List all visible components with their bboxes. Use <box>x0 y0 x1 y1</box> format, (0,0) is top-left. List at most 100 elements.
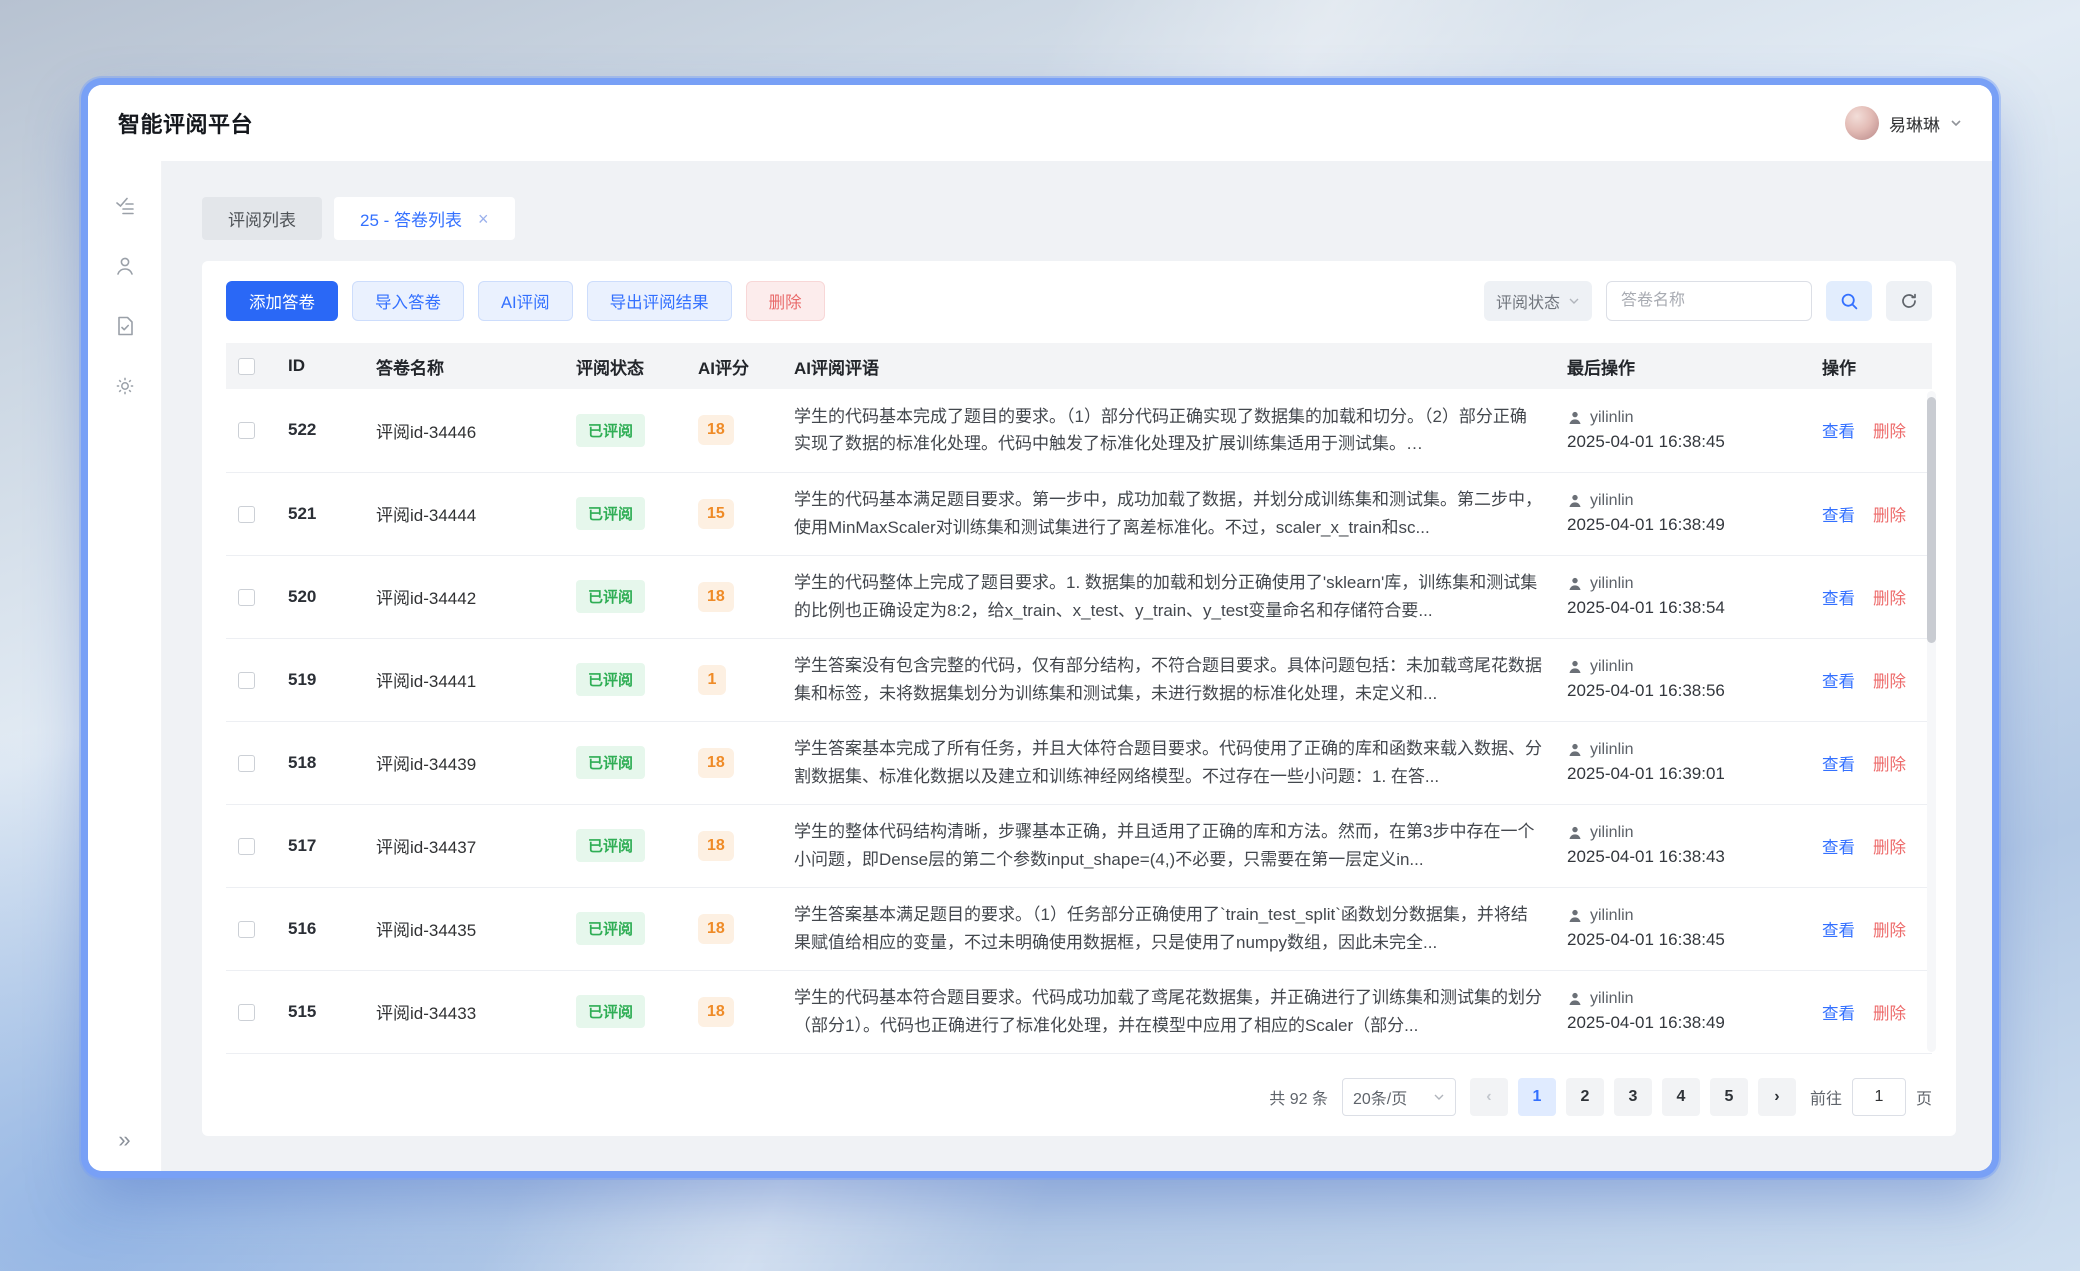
row-checkbox[interactable] <box>238 838 255 855</box>
cell-id: 516 <box>276 887 364 970</box>
view-link[interactable]: 查看 <box>1822 834 1855 858</box>
delete-link[interactable]: 删除 <box>1873 1000 1906 1024</box>
select-all-checkbox[interactable] <box>238 358 255 375</box>
table-scrollbar-thumb[interactable] <box>1927 397 1936 643</box>
cell-last-op: yilinlin 2025-04-01 16:38:45 <box>1555 887 1810 970</box>
page-button-1[interactable]: 1 <box>1518 1078 1556 1116</box>
view-link[interactable]: 查看 <box>1822 418 1855 442</box>
app-body: » 评阅列表 25 - 答卷列表 × 添加答卷 导入答卷 AI评阅 <box>88 161 1992 1171</box>
view-link[interactable]: 查看 <box>1822 917 1855 941</box>
sidebar-item-review-list[interactable] <box>114 195 136 217</box>
row-checkbox[interactable] <box>238 506 255 523</box>
cell-name: 评阅id-34433 <box>364 970 564 1053</box>
person-icon <box>1567 659 1583 675</box>
status-badge: 已评阅 <box>576 746 645 779</box>
view-link[interactable]: 查看 <box>1822 751 1855 775</box>
search-button[interactable] <box>1826 281 1872 321</box>
tab-answer-list[interactable]: 25 - 答卷列表 × <box>334 197 515 240</box>
app-title: 智能评阅平台 <box>118 107 253 139</box>
view-link[interactable]: 查看 <box>1822 585 1855 609</box>
score-badge: 15 <box>698 499 734 529</box>
operation-time: 2025-04-01 16:38:49 <box>1567 1013 1798 1033</box>
chevron-down-icon <box>1568 295 1580 307</box>
sidebar-collapse-button[interactable]: » <box>118 1129 130 1151</box>
view-link[interactable]: 查看 <box>1822 668 1855 692</box>
view-link[interactable]: 查看 <box>1822 502 1855 526</box>
operation-time: 2025-04-01 16:39:01 <box>1567 764 1798 784</box>
add-answer-button[interactable]: 添加答卷 <box>226 281 338 321</box>
table-row: 520 评阅id-34442 已评阅 18 学生的代码整体上完成了题目要求。1.… <box>226 555 1932 638</box>
person-icon <box>1567 742 1583 758</box>
row-checkbox[interactable] <box>238 755 255 772</box>
column-score: AI评分 <box>686 343 782 389</box>
cell-id: 520 <box>276 555 364 638</box>
delete-link[interactable]: 删除 <box>1873 585 1906 609</box>
status-badge: 已评阅 <box>576 497 645 530</box>
status-filter-select[interactable]: 评阅状态 <box>1484 281 1592 321</box>
table-row: 517 评阅id-34437 已评阅 18 学生的整体代码结构清晰，步骤基本正确… <box>226 804 1932 887</box>
tab-review-list[interactable]: 评阅列表 <box>202 197 322 240</box>
app-window: 智能评阅平台 易琳琳 » 评阅列表 <box>88 85 1992 1171</box>
cell-comment: 学生的代码基本完成了题目的要求。（1）部分代码正确实现了数据集的加载和切分。（2… <box>794 403 1543 458</box>
goto-page-input[interactable] <box>1852 1078 1906 1116</box>
cell-name: 评阅id-34444 <box>364 472 564 555</box>
person-icon <box>1567 908 1583 924</box>
page-button-4[interactable]: 4 <box>1662 1078 1700 1116</box>
sidebar-item-answer-sheets[interactable] <box>114 315 136 337</box>
page-button-5[interactable]: 5 <box>1710 1078 1748 1116</box>
import-answer-button[interactable]: 导入答卷 <box>352 281 464 321</box>
operator-name: yilinlin <box>1590 907 1634 925</box>
operator-name: yilinlin <box>1590 741 1634 759</box>
page-button-3[interactable]: 3 <box>1614 1078 1652 1116</box>
operation-time: 2025-04-01 16:38:43 <box>1567 847 1798 867</box>
table-row: 522 评阅id-34446 已评阅 18 学生的代码基本完成了题目的要求。（1… <box>226 389 1932 472</box>
sidebar-item-users[interactable] <box>114 255 136 277</box>
table-row: 518 评阅id-34439 已评阅 18 学生答案基本完成了所有任务，并且大体… <box>226 721 1932 804</box>
page-button-2[interactable]: 2 <box>1566 1078 1604 1116</box>
delete-link[interactable]: 删除 <box>1873 751 1906 775</box>
user-icon <box>114 255 136 277</box>
view-link[interactable]: 查看 <box>1822 1000 1855 1024</box>
delete-link[interactable]: 删除 <box>1873 834 1906 858</box>
status-badge: 已评阅 <box>576 829 645 862</box>
delete-link[interactable]: 删除 <box>1873 418 1906 442</box>
export-results-button[interactable]: 导出评阅结果 <box>587 281 732 321</box>
checklist-icon <box>114 195 136 217</box>
delete-button[interactable]: 删除 <box>746 281 825 321</box>
delete-link[interactable]: 删除 <box>1873 917 1906 941</box>
table-scrollbar[interactable] <box>1927 391 1936 1052</box>
operator-name: yilinlin <box>1590 990 1634 1008</box>
chevron-down-icon <box>1433 1091 1445 1103</box>
delete-link[interactable]: 删除 <box>1873 668 1906 692</box>
cell-last-op: yilinlin 2025-04-01 16:39:01 <box>1555 721 1810 804</box>
prev-page-button[interactable]: ‹ <box>1470 1078 1508 1116</box>
chevron-down-icon <box>1950 117 1962 129</box>
table-row: 516 评阅id-34435 已评阅 18 学生答案基本满足题目的要求。（1）任… <box>226 887 1932 970</box>
operator-name: yilinlin <box>1590 409 1634 427</box>
column-comment: AI评阅评语 <box>782 343 1555 389</box>
cell-comment: 学生的代码整体上完成了题目要求。1. 数据集的加载和划分正确使用了'sklear… <box>794 569 1543 624</box>
row-checkbox[interactable] <box>238 921 255 938</box>
user-name: 易琳琳 <box>1889 111 1940 136</box>
row-checkbox[interactable] <box>238 672 255 689</box>
score-badge: 18 <box>698 748 734 778</box>
person-icon <box>1567 410 1583 426</box>
row-checkbox[interactable] <box>238 422 255 439</box>
row-checkbox[interactable] <box>238 1004 255 1021</box>
ai-review-button[interactable]: AI评阅 <box>478 281 573 321</box>
cell-comment: 学生的代码基本符合题目要求。代码成功加载了鸢尾花数据集，并正确进行了训练集和测试… <box>794 984 1543 1039</box>
next-page-button[interactable]: › <box>1758 1078 1796 1116</box>
tab-close-icon[interactable]: × <box>478 210 489 228</box>
refresh-button[interactable] <box>1886 281 1932 321</box>
score-badge: 18 <box>698 582 734 612</box>
row-checkbox[interactable] <box>238 589 255 606</box>
page-size-select[interactable]: 20条/页 <box>1342 1078 1456 1116</box>
user-menu[interactable]: 易琳琳 <box>1845 106 1962 140</box>
app-header: 智能评阅平台 易琳琳 <box>88 85 1992 161</box>
search-input[interactable] <box>1606 281 1812 321</box>
search-icon <box>1840 292 1859 311</box>
sidebar-item-settings[interactable] <box>114 375 136 397</box>
person-icon <box>1567 576 1583 592</box>
filter-area: 评阅状态 <box>1484 281 1932 321</box>
delete-link[interactable]: 删除 <box>1873 502 1906 526</box>
